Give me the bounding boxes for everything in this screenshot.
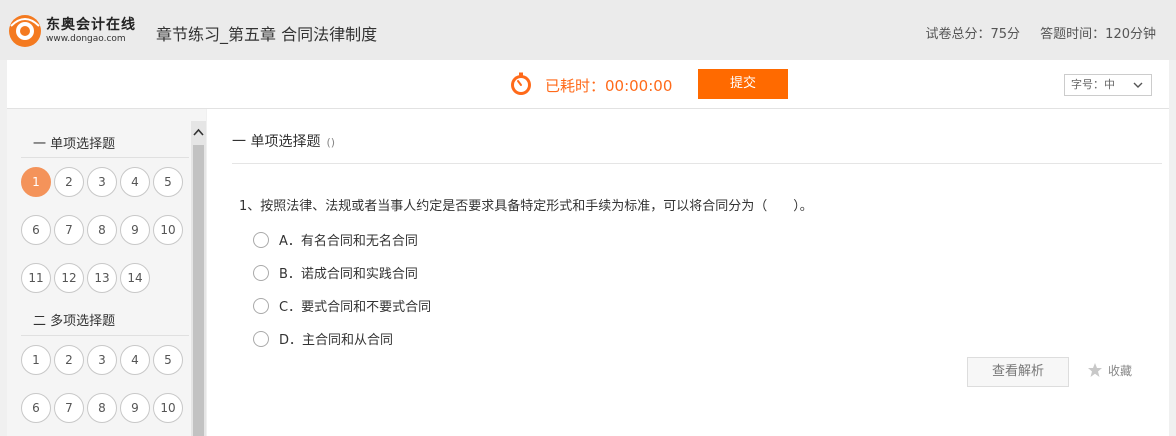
question-number-button[interactable]: 1 [21, 167, 51, 197]
question-number-button[interactable]: 8 [87, 215, 117, 245]
divider [21, 335, 189, 336]
question-stem: 1、按照法律、法规或者当事人约定是否要求具备特定形式和手续为标准，可以将合同分为… [239, 199, 813, 214]
question-number-button[interactable]: 7 [54, 215, 84, 245]
section-note: () [326, 136, 336, 149]
section-heading-text: 一 单项选择题 [232, 134, 321, 150]
radio-button[interactable] [253, 265, 269, 281]
view-analysis-button[interactable]: 查看解析 [967, 357, 1069, 387]
question-number-button[interactable]: 5 [153, 345, 183, 375]
logo-mark-icon [9, 15, 41, 47]
favorite-button[interactable]: 收藏 [1087, 362, 1132, 379]
chevron-down-icon [1133, 82, 1143, 88]
question-number-button[interactable]: 4 [120, 167, 150, 197]
question-number-button[interactable]: 1 [21, 345, 51, 375]
option-d[interactable]: D．主合同和从合同 [253, 329, 393, 348]
radio-button[interactable] [253, 298, 269, 314]
question-number-button[interactable]: 10 [153, 215, 183, 245]
option-c[interactable]: C．要式合同和不要式合同 [253, 296, 431, 315]
option-b[interactable]: B．诺成合同和实践合同 [253, 263, 418, 282]
option-label: C．要式合同和不要式合同 [279, 300, 432, 315]
question-number-button[interactable]: 2 [54, 345, 84, 375]
question-number-button[interactable]: 11 [21, 263, 51, 293]
question-number-button[interactable]: 5 [153, 167, 183, 197]
question-number-button[interactable]: 13 [87, 263, 117, 293]
question-number-button[interactable]: 9 [120, 215, 150, 245]
section-heading: 一 单项选择题 () [232, 131, 335, 151]
question-number-button[interactable]: 10 [153, 393, 183, 423]
page-title: 章节练习_第五章 合同法律制度 [156, 25, 378, 44]
font-size-select[interactable]: 字号：中 [1064, 74, 1152, 96]
question-number-button[interactable]: 14 [120, 263, 150, 293]
question-number-button[interactable]: 6 [21, 215, 51, 245]
question-number-button[interactable]: 2 [54, 167, 84, 197]
section-title-single: 一 单项选择题 [33, 137, 116, 152]
favorite-label: 收藏 [1108, 364, 1133, 378]
star-icon [1088, 363, 1102, 377]
question-number-button[interactable]: 3 [87, 345, 117, 375]
submit-button[interactable]: 提交 [698, 69, 788, 99]
elapsed-time: 已耗时：00:00:00 [545, 77, 673, 95]
scrollbar-thumb[interactable] [193, 145, 204, 436]
question-number-button[interactable]: 6 [21, 393, 51, 423]
font-size-label: 字号：中 [1071, 78, 1115, 91]
radio-button[interactable] [253, 232, 269, 248]
scroll-up-button[interactable] [191, 121, 206, 143]
answer-time: 答题时间：120分钟 [1040, 27, 1156, 42]
exam-toolbar: 已耗时：00:00:00 提交 字号：中 [7, 60, 1169, 109]
answer-card-sidebar: 一 单项选择题 1 2 3 4 5 6 7 8 9 10 11 12 13 14… [7, 109, 206, 436]
question-number-button[interactable]: 4 [120, 345, 150, 375]
option-label: D．主合同和从合同 [279, 333, 394, 348]
question-number-button[interactable]: 9 [120, 393, 150, 423]
dongao-logo: 东奥会计在线 www.dongao.com [8, 10, 138, 50]
radio-button[interactable] [253, 331, 269, 347]
total-score: 试卷总分：75分 [925, 27, 1021, 42]
option-label: A．有名合同和无名合同 [279, 234, 418, 249]
question-number-button[interactable]: 7 [54, 393, 84, 423]
top-header: 东奥会计在线 www.dongao.com 章节练习_第五章 合同法律制度 试卷… [0, 0, 1176, 60]
question-panel: 一 单项选择题 () 1、按照法律、法规或者当事人约定是否要求具备特定形式和手续为… [207, 109, 1169, 436]
section-title-multiple: 二 多项选择题 [33, 314, 116, 329]
exam-info: 试卷总分：75分 答题时间：120分钟 [909, 23, 1156, 42]
option-a[interactable]: A．有名合同和无名合同 [253, 230, 418, 249]
logo-url: www.dongao.com [46, 34, 126, 44]
divider [21, 157, 189, 158]
stopwatch-icon [511, 72, 531, 95]
logo-text: 东奥会计在线 [46, 17, 136, 33]
divider [232, 163, 1162, 164]
chevron-up-icon [193, 128, 204, 136]
question-number-button[interactable]: 8 [87, 393, 117, 423]
option-label: B．诺成合同和实践合同 [279, 267, 418, 282]
question-number-button[interactable]: 3 [87, 167, 117, 197]
question-number-button[interactable]: 12 [54, 263, 84, 293]
